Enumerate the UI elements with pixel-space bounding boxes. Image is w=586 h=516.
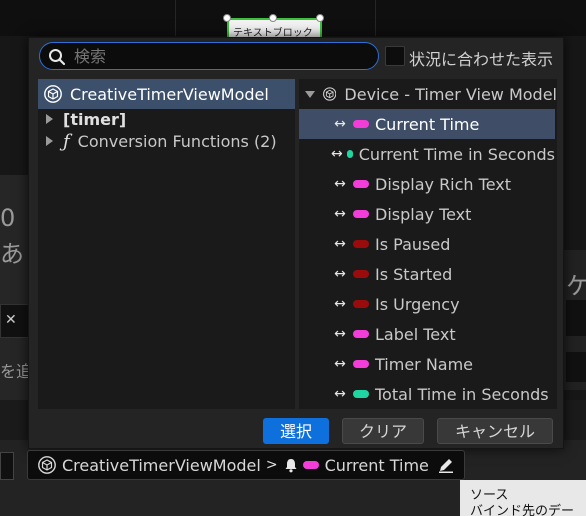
property-item[interactable]: ↔ Is Started [299, 259, 555, 289]
two-way-binding-icon: ↔ [331, 146, 343, 162]
context-sensitive-label: 状況に合わせた表示 [409, 50, 554, 69]
left-field[interactable] [0, 452, 14, 480]
tree-item-viewmodel[interactable]: CreativeTimerViewModel [38, 79, 295, 109]
chevron-right-icon: > [265, 457, 278, 473]
clear-button[interactable]: クリア [342, 418, 424, 444]
left-panel-text: あ [0, 240, 24, 268]
property-label: Total Time in Seconds [375, 384, 549, 404]
right-panel-field[interactable] [566, 352, 586, 382]
binding-property-label: Current Time [324, 455, 429, 475]
collapse-arrow-icon[interactable] [305, 90, 315, 98]
resize-handle[interactable] [316, 14, 324, 22]
property-item[interactable]: ↔ Current Time in Seconds [299, 139, 555, 169]
property-label: Is Started [375, 264, 453, 284]
left-panel-text: 0 [0, 204, 16, 232]
property-item[interactable]: ↔ Is Urgency [299, 289, 555, 319]
two-way-binding-icon: ↔ [334, 326, 346, 342]
cube-icon [323, 87, 337, 101]
tree-item-label: CreativeTimerViewModel [70, 84, 269, 104]
type-pill-icon [353, 390, 369, 398]
right-panel-field[interactable] [566, 300, 586, 336]
type-pill-icon [346, 150, 353, 158]
property-label: Display Rich Text [375, 174, 512, 194]
tree-item-timer-category[interactable]: [timer] [38, 109, 295, 129]
type-pill-icon [353, 180, 369, 188]
two-way-binding-icon: ↔ [334, 236, 346, 252]
tooltip: ソース バインド先のデー [460, 480, 586, 516]
function-icon: ƒ [63, 130, 70, 152]
viewmodel-tree: CreativeTimerViewModel [timer] ƒ Convers… [38, 79, 295, 409]
property-label: Is Paused [375, 234, 451, 254]
property-label: Timer Name [375, 354, 474, 374]
type-pill-icon [353, 240, 369, 248]
property-item[interactable]: ↔ Timer Name [299, 349, 555, 379]
property-label: Current Time in Seconds [358, 144, 555, 164]
grid-line [175, 0, 176, 36]
type-pill-icon [302, 461, 319, 469]
search-icon [49, 49, 66, 66]
cancel-button[interactable]: キャンセル [437, 418, 553, 444]
right-panel-text: ケ [566, 272, 586, 300]
left-close-chip[interactable]: ✕ [0, 304, 30, 338]
two-way-binding-icon: ↔ [334, 296, 346, 312]
two-way-binding-icon: ↔ [334, 116, 346, 132]
search-input[interactable] [74, 44, 374, 68]
property-label: Is Urgency [375, 294, 460, 314]
tree-item-label: [timer] [63, 109, 127, 129]
cube-icon [38, 456, 56, 474]
bell-icon [285, 459, 297, 473]
tree-item-label: Conversion Functions (2) [77, 131, 277, 151]
binding-viewmodel-label: CreativeTimerViewModel [62, 455, 261, 475]
property-list: Device - Timer View Model ↔ Current Time ↔… [299, 79, 557, 409]
tooltip-title: ソース [470, 488, 509, 503]
property-item[interactable]: ↔ Label Text [299, 319, 555, 349]
binding-picker-dialog: 状況に合わせた表示 CreativeTimerViewModel [timer]… [28, 37, 564, 449]
property-item[interactable]: ↔ Is Paused [299, 229, 555, 259]
property-label: Label Text [375, 324, 456, 344]
two-way-binding-icon: ↔ [334, 266, 346, 282]
type-pill-icon [353, 330, 369, 338]
binding-path[interactable]: CreativeTimerViewModel > Current Time [27, 450, 465, 480]
grid-line [375, 0, 376, 36]
expand-arrow-icon[interactable] [46, 114, 53, 124]
search-row: 状況に合わせた表示 [39, 42, 559, 70]
type-pill-icon [353, 120, 369, 128]
property-label: Display Text [375, 204, 472, 224]
tree-item-conversion-functions[interactable]: ƒ Conversion Functions (2) [38, 129, 295, 153]
two-way-binding-icon: ↔ [334, 206, 346, 222]
select-button[interactable]: 選択 [263, 418, 329, 444]
type-pill-icon [353, 360, 369, 368]
two-way-binding-icon: ↔ [334, 356, 346, 372]
pencil-icon[interactable] [437, 456, 455, 474]
two-way-binding-icon: ↔ [334, 176, 346, 192]
property-group-label: Device - Timer View Model [344, 84, 557, 104]
tooltip-body: バインド先のデー [470, 504, 575, 516]
property-group-header[interactable]: Device - Timer View Model [299, 79, 557, 109]
type-pill-icon [353, 300, 369, 308]
type-pill-icon [353, 270, 369, 278]
expand-arrow-icon[interactable] [46, 136, 53, 146]
cube-icon [44, 85, 62, 103]
property-item[interactable]: ↔ Display Rich Text [299, 169, 555, 199]
two-way-binding-icon: ↔ [334, 386, 346, 402]
x-icon: ✕ [5, 312, 17, 328]
search-box[interactable] [39, 42, 379, 70]
property-item[interactable]: ↔ Current Time [299, 109, 555, 139]
property-label: Current Time [375, 114, 480, 134]
context-sensitive-checkbox[interactable] [385, 46, 405, 66]
resize-handle[interactable] [223, 14, 231, 22]
property-item[interactable]: ↔ Display Text [299, 199, 555, 229]
type-pill-icon [353, 210, 369, 218]
resize-handle[interactable] [269, 14, 277, 22]
property-item[interactable]: ↔ Total Time in Seconds [299, 379, 555, 409]
